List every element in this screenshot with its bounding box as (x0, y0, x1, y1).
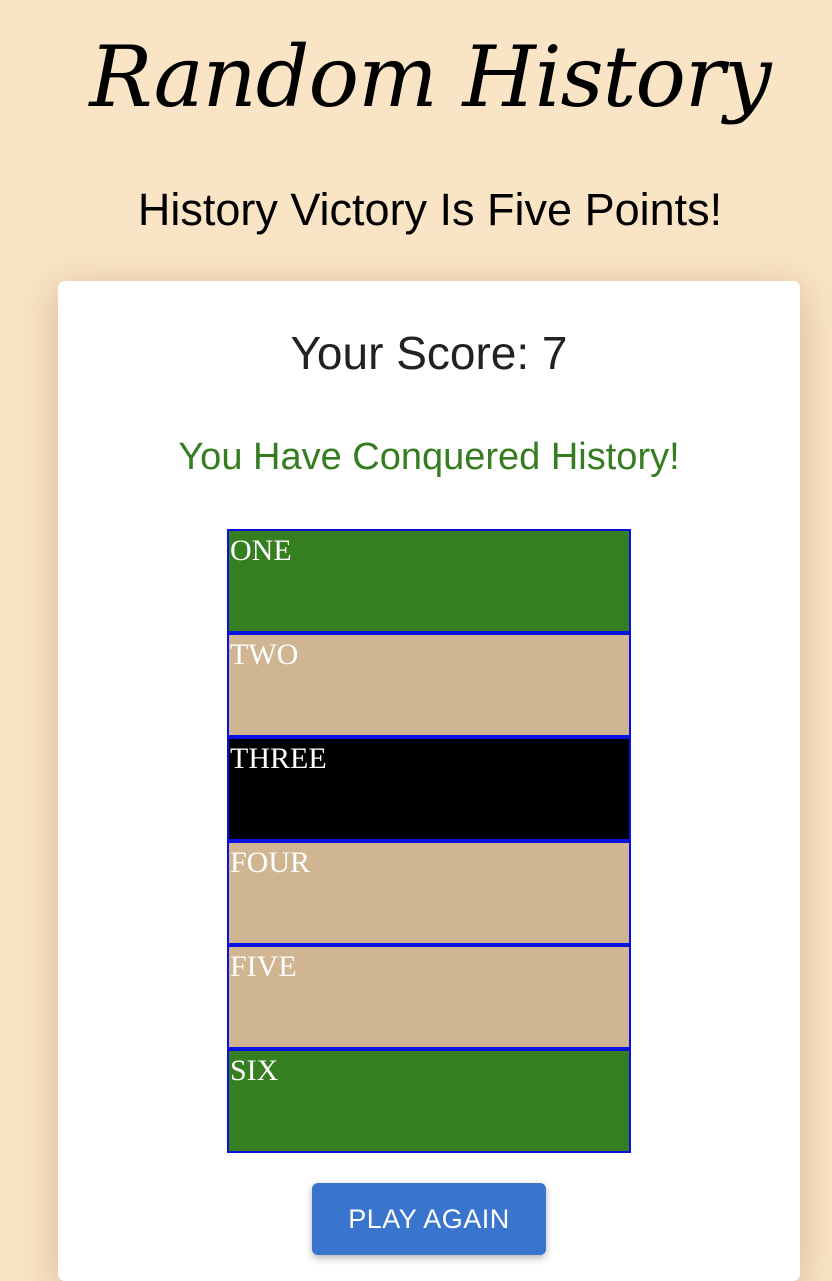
page-subtitle: History Victory Is Five Points! (137, 184, 723, 235)
page-title: Random History (89, 28, 771, 126)
play-again-button[interactable]: PLAY AGAIN (312, 1183, 546, 1255)
grid-cell-three[interactable]: THREE (227, 737, 631, 841)
history-grid: ONE TWO THREE FOUR FIVE SIX (227, 529, 631, 1153)
grid-cell-two[interactable]: TWO (227, 633, 631, 737)
grid-cell-one[interactable]: ONE (227, 529, 631, 633)
score-display: Your Score: 7 (290, 327, 568, 379)
grid-cell-four[interactable]: FOUR (227, 841, 631, 945)
grid-cell-five[interactable]: FIVE (227, 945, 631, 1049)
game-card: Your Score: 7 You Have Conquered History… (58, 281, 800, 1281)
victory-message: You Have Conquered History! (178, 436, 680, 478)
grid-cell-six[interactable]: SIX (227, 1049, 631, 1153)
